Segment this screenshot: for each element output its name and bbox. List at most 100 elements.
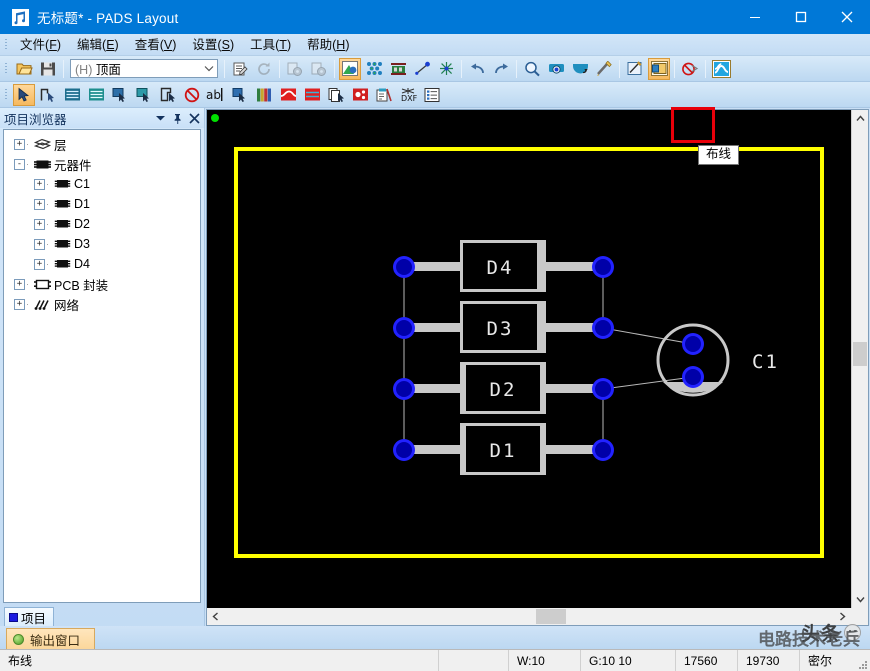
menu-view[interactable]: 查看(V)	[127, 35, 185, 55]
project-tree[interactable]: + · 层 - · 元器件 + · C1 + · D1 + · D2 + · D…	[3, 129, 201, 603]
tree-expander[interactable]: -	[14, 158, 25, 170]
scroll-left-button[interactable]	[207, 608, 224, 625]
vertical-scroll-thumb[interactable]	[853, 342, 867, 366]
split-plane-button[interactable]	[277, 84, 299, 106]
undo-button[interactable]	[466, 58, 488, 80]
tree-node-pcb-decals[interactable]: + · PCB 封装	[4, 274, 200, 294]
settings-button[interactable]	[308, 58, 330, 80]
resize-grip[interactable]	[852, 650, 870, 671]
close-icon[interactable]	[187, 111, 202, 126]
hatch-button[interactable]	[301, 84, 323, 106]
drill-drawing-button[interactable]	[373, 84, 395, 106]
tree-node-label: C1	[74, 177, 90, 191]
board-outline-button[interactable]	[157, 84, 179, 106]
menu-bar: 文件(F) 编辑(E) 查看(V) 设置(S) 工具(T) 帮助(H)	[0, 34, 870, 56]
redraw-button[interactable]	[593, 58, 615, 80]
copper-tool-button[interactable]	[61, 84, 83, 106]
eco-options-button[interactable]	[284, 58, 306, 80]
keepout-button[interactable]	[181, 84, 203, 106]
menu-help[interactable]: 帮助(H)	[299, 35, 357, 55]
drafting-toolbar-button[interactable]	[339, 57, 361, 80]
select-tool-button[interactable]	[13, 83, 35, 106]
tree-expander[interactable]: +	[14, 138, 25, 150]
path-tool-button[interactable]	[37, 84, 59, 106]
pad-d2-1	[393, 378, 415, 400]
menu-file[interactable]: 文件(F)	[12, 35, 69, 55]
pin-icon[interactable]	[170, 111, 185, 126]
save-file-button[interactable]	[37, 58, 59, 80]
polygon-cutout-button[interactable]	[109, 84, 131, 106]
fill-tool-button[interactable]	[229, 84, 251, 106]
eco-toolbar-button[interactable]	[387, 58, 409, 80]
horizontal-scroll-track[interactable]	[224, 608, 834, 625]
report-button[interactable]	[421, 84, 443, 106]
routing-button[interactable]	[710, 58, 732, 80]
dimensioning-button[interactable]	[435, 58, 457, 80]
tree-expander[interactable]: +	[34, 238, 45, 250]
tree-expander[interactable]: +	[34, 198, 45, 210]
tree-expander[interactable]: +	[34, 218, 45, 230]
query-modify-button[interactable]	[624, 58, 646, 80]
open-file-button[interactable]	[13, 58, 35, 80]
menu-edit[interactable]: 编辑(E)	[69, 35, 127, 55]
scroll-right-button[interactable]	[834, 608, 851, 625]
horizontal-scrollbar[interactable]	[207, 608, 868, 625]
zoom-button[interactable]	[521, 58, 543, 80]
tree-node-nets[interactable]: + · 网络	[4, 294, 200, 314]
pour-manager-button[interactable]	[648, 57, 670, 80]
scroll-down-button[interactable]	[852, 591, 868, 608]
tree-expander[interactable]: +	[14, 298, 25, 310]
tab-project[interactable]: 项目	[4, 607, 55, 626]
design-properties-button[interactable]	[229, 58, 251, 80]
pcb-canvas[interactable]: D4 D3 D2 D1 C1	[207, 110, 851, 608]
maximize-button[interactable]	[778, 0, 824, 34]
tree-node-d3[interactable]: + · D3	[4, 234, 200, 254]
menu-edit-accel: E	[106, 37, 115, 52]
copper-pour-tool-button[interactable]	[85, 84, 107, 106]
project-panel-tabs: 项目	[0, 604, 204, 626]
menu-drag-grip[interactable]	[2, 36, 10, 54]
menu-settings[interactable]: 设置(S)	[184, 35, 242, 55]
tree-node-d2[interactable]: + · D2	[4, 214, 200, 234]
layer-select[interactable]: (H) 顶面	[70, 59, 218, 78]
chevron-down-icon[interactable]	[153, 111, 168, 126]
text-tool-button[interactable]: ab	[205, 84, 227, 106]
copy-to-layer-button[interactable]	[325, 84, 347, 106]
drafting-toolbar-grip[interactable]	[2, 86, 10, 104]
pad-c1-1	[682, 333, 704, 355]
route-toolbar-button[interactable]	[411, 58, 433, 80]
scroll-up-button[interactable]	[852, 110, 868, 127]
photoplot-button[interactable]	[349, 84, 371, 106]
decal-icon	[32, 278, 52, 291]
tree-node-layers[interactable]: + · 层	[4, 134, 200, 154]
menu-edit-label: 编辑	[77, 37, 103, 52]
plane-area-button[interactable]	[133, 84, 155, 106]
menu-tools[interactable]: 工具(T)	[242, 35, 299, 55]
tree-expander[interactable]: +	[34, 258, 45, 270]
refresh-button[interactable]	[253, 58, 275, 80]
tab-output-window[interactable]: 输出窗口	[6, 628, 96, 649]
redo-button[interactable]	[490, 58, 512, 80]
tree-expander[interactable]: +	[34, 178, 45, 190]
toolbar-separator	[461, 59, 462, 78]
tree-node-d1[interactable]: + · D1	[4, 194, 200, 214]
tree-node-components[interactable]: - · 元器件	[4, 154, 200, 174]
toolbar-drag-grip[interactable]	[2, 60, 10, 78]
design-toolbar-button[interactable]	[363, 58, 385, 80]
toolbar-separator	[619, 59, 620, 78]
vertical-scrollbar[interactable]	[851, 110, 868, 608]
minimize-button[interactable]	[732, 0, 778, 34]
tree-node-d4[interactable]: + · D4	[4, 254, 200, 274]
zoom-out-button[interactable]	[569, 58, 591, 80]
vertical-scroll-track[interactable]	[852, 127, 868, 591]
chevron-down-icon[interactable]	[200, 60, 217, 77]
horizontal-scroll-thumb[interactable]	[536, 609, 566, 624]
drc-button[interactable]	[679, 58, 701, 80]
close-button[interactable]	[824, 0, 870, 34]
tree-node-c1[interactable]: + · C1	[4, 174, 200, 194]
tree-expander[interactable]: +	[14, 278, 25, 290]
part-icon	[52, 178, 72, 190]
library-button[interactable]	[253, 84, 275, 106]
zoom-in-button[interactable]	[545, 58, 567, 80]
dxf-export-button[interactable]: DXF	[397, 84, 419, 106]
